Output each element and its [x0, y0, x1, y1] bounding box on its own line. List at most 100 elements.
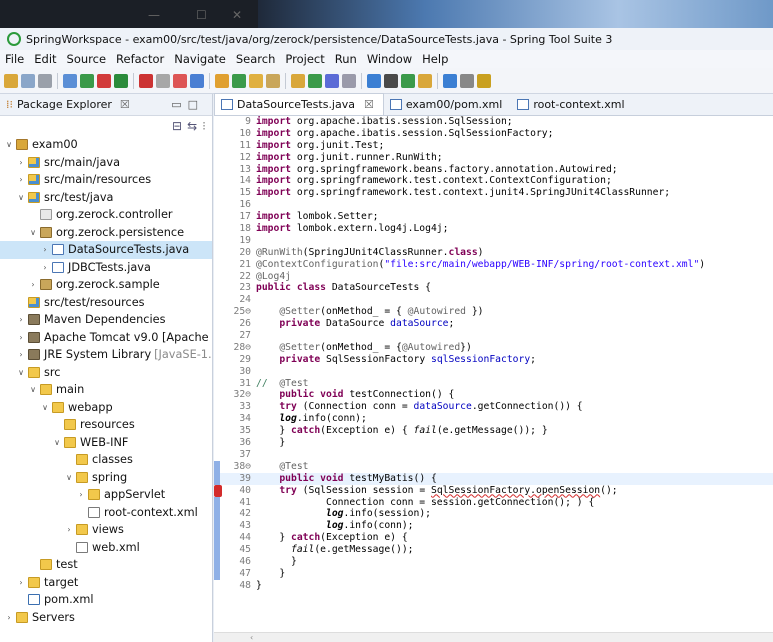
open-folder-icon[interactable]	[249, 73, 263, 88]
search-icon[interactable]	[215, 73, 229, 88]
menu-file[interactable]: File	[0, 52, 29, 66]
expanded-arrow-icon[interactable]: ∨	[16, 368, 26, 377]
next-annotation-icon[interactable]	[418, 73, 432, 88]
code-line[interactable]: 23 public class DataSourceTests {	[214, 282, 773, 294]
menu-run[interactable]: Run	[330, 52, 362, 66]
folder-icon[interactable]	[291, 73, 305, 88]
code-line[interactable]: 25⊖ @Setter(onMethod_ = { @Autowired })	[214, 306, 773, 318]
code-line[interactable]: 29 private SqlSessionFactory sqlSessionF…	[214, 354, 773, 366]
expanded-arrow-icon[interactable]: ∨	[16, 193, 26, 202]
code-line[interactable]: 17 import lombok.Setter;	[214, 211, 773, 223]
code-line[interactable]: 45 fail(e.getMessage());	[214, 544, 773, 556]
new-file-icon[interactable]	[4, 73, 18, 88]
code-line[interactable]: 9 import org.apache.ibatis.session.SqlSes…	[214, 116, 773, 128]
menu-refactor[interactable]: Refactor	[111, 52, 169, 66]
code-line[interactable]: 19	[214, 235, 773, 247]
tree-item[interactable]: › views	[0, 521, 212, 539]
run-icon[interactable]	[97, 73, 111, 88]
code-line[interactable]: 30	[214, 366, 773, 378]
code-line[interactable]: 21 @ContextConfiguration("file:src/main/w…	[214, 259, 773, 271]
code-line[interactable]: 44 } catch(Exception e) {	[214, 532, 773, 545]
tree-item[interactable]: › src/main/resources	[0, 171, 212, 189]
collapsed-arrow-icon[interactable]: ›	[16, 315, 26, 324]
code-line[interactable]: 28⊖ @Setter(onMethod_ = {@Autowired})	[214, 342, 773, 354]
code-line[interactable]: 24	[214, 294, 773, 306]
tree-item[interactable]: ∨ exam00	[0, 136, 212, 154]
code-line[interactable]: 18 import lombok.extern.log4j.Log4j;	[214, 223, 773, 235]
window-icon[interactable]	[63, 73, 77, 88]
editor-tab[interactable]: exam00/pom.xml	[384, 94, 511, 115]
tree-item[interactable]: › appServlet	[0, 486, 212, 504]
expanded-arrow-icon[interactable]: ∨	[40, 403, 50, 412]
tree-item[interactable]: resources	[0, 416, 212, 434]
tree-item[interactable]: ∨ webapp	[0, 399, 212, 417]
expanded-arrow-icon[interactable]: ∨	[4, 140, 14, 149]
save-icon[interactable]	[21, 73, 35, 88]
tree-item[interactable]: ∨ WEB-INF	[0, 434, 212, 452]
code-line[interactable]: 42 log.info(session);	[214, 508, 773, 521]
collapsed-arrow-icon[interactable]: ›	[64, 525, 74, 534]
code-line[interactable]: 26 private DataSource dataSource;	[214, 318, 773, 330]
editor-tab[interactable]: DataSourceTests.java ☒	[214, 93, 384, 115]
collapsed-arrow-icon[interactable]: ›	[16, 175, 26, 184]
code-line[interactable]: 46 }	[214, 555, 773, 568]
view-menu-icon[interactable]: ⁝	[202, 119, 206, 133]
menu-edit[interactable]: Edit	[29, 52, 61, 66]
tree-item[interactable]: ∨ main	[0, 381, 212, 399]
collapse-all-icon[interactable]: ⊟	[172, 119, 182, 133]
forward-icon[interactable]	[460, 73, 474, 88]
collapsed-arrow-icon[interactable]: ›	[16, 350, 26, 359]
collapsed-arrow-icon[interactable]: ›	[4, 613, 14, 622]
collapsed-arrow-icon[interactable]: ›	[40, 245, 50, 254]
package-explorer-title[interactable]: Package Explorer	[17, 98, 112, 111]
code-line[interactable]: 38⊖ @Test	[214, 460, 773, 473]
code-line[interactable]: 36 }	[214, 437, 773, 449]
format-icon[interactable]	[367, 73, 381, 88]
close-tab-icon[interactable]: ☒	[364, 98, 374, 111]
code-line[interactable]: 20 @RunWith(SpringJUnit4ClassRunner.class…	[214, 247, 773, 259]
code-line[interactable]: 35 } catch(Exception e) { fail(e.getMess…	[214, 425, 773, 437]
tree-item[interactable]: root-context.xml	[0, 504, 212, 522]
tree-item[interactable]: ∨ src/test/java	[0, 189, 212, 207]
code-line[interactable]: 31 // @Test	[214, 378, 773, 390]
stop-icon[interactable]	[173, 73, 187, 88]
code-line[interactable]: 15 import org.springframework.test.contex…	[214, 187, 773, 199]
server-icon[interactable]	[114, 73, 128, 88]
task-icon[interactable]	[401, 73, 415, 88]
code-line[interactable]: 47 }	[214, 567, 773, 580]
tree-item[interactable]: › Servers	[0, 609, 212, 627]
code-line[interactable]: 32⊖ public void testConnection() {	[214, 389, 773, 401]
collapsed-arrow-icon[interactable]: ›	[40, 263, 50, 272]
skip-icon[interactable]	[156, 73, 170, 88]
code-line[interactable]: 11 import org.junit.Test;	[214, 140, 773, 152]
code-line[interactable]: 10 import org.apache.ibatis.session.SqlSe…	[214, 128, 773, 140]
code-line[interactable]: 13 import org.springframework.beans.facto…	[214, 164, 773, 176]
collapsed-arrow-icon[interactable]: ›	[76, 490, 86, 499]
tree-item[interactable]: src/test/resources	[0, 294, 212, 312]
mark-icon[interactable]	[325, 73, 339, 88]
paragraph-icon[interactable]	[384, 73, 398, 88]
expanded-arrow-icon[interactable]: ∨	[28, 385, 38, 394]
external-tools-icon[interactable]	[139, 73, 153, 88]
toggle-icon[interactable]	[342, 73, 356, 88]
editor-tab[interactable]: root-context.xml	[511, 94, 633, 115]
tree-item[interactable]: ∨ spring	[0, 469, 212, 487]
collapsed-arrow-icon[interactable]: ›	[16, 578, 26, 587]
horizontal-scrollbar[interactable]: ‹	[214, 632, 773, 642]
minimize-maximize-icon[interactable]: ▭□	[171, 98, 204, 111]
code-line[interactable]: 43 log.info(conn);	[214, 520, 773, 533]
print-icon[interactable]	[38, 73, 52, 88]
close-view-icon[interactable]: ☒	[120, 98, 130, 111]
tree-item[interactable]: › target	[0, 574, 212, 592]
tree-item[interactable]: pom.xml	[0, 591, 212, 609]
code-line[interactable]: 39 public void testMyBatis() {	[214, 472, 773, 485]
collapsed-arrow-icon[interactable]: ›	[16, 158, 26, 167]
pin-icon[interactable]	[477, 73, 491, 88]
tree-item[interactable]: › JDBCTests.java	[0, 259, 212, 277]
link-with-editor-icon[interactable]: ⇆	[187, 119, 197, 133]
tree-item[interactable]: › Apache Tomcat v9.0 [Apache To	[0, 329, 212, 347]
menu-help[interactable]: Help	[417, 52, 453, 66]
debug-icon[interactable]	[80, 73, 94, 88]
expanded-arrow-icon[interactable]: ∨	[52, 438, 62, 447]
code-line[interactable]: 48}	[214, 580, 773, 592]
